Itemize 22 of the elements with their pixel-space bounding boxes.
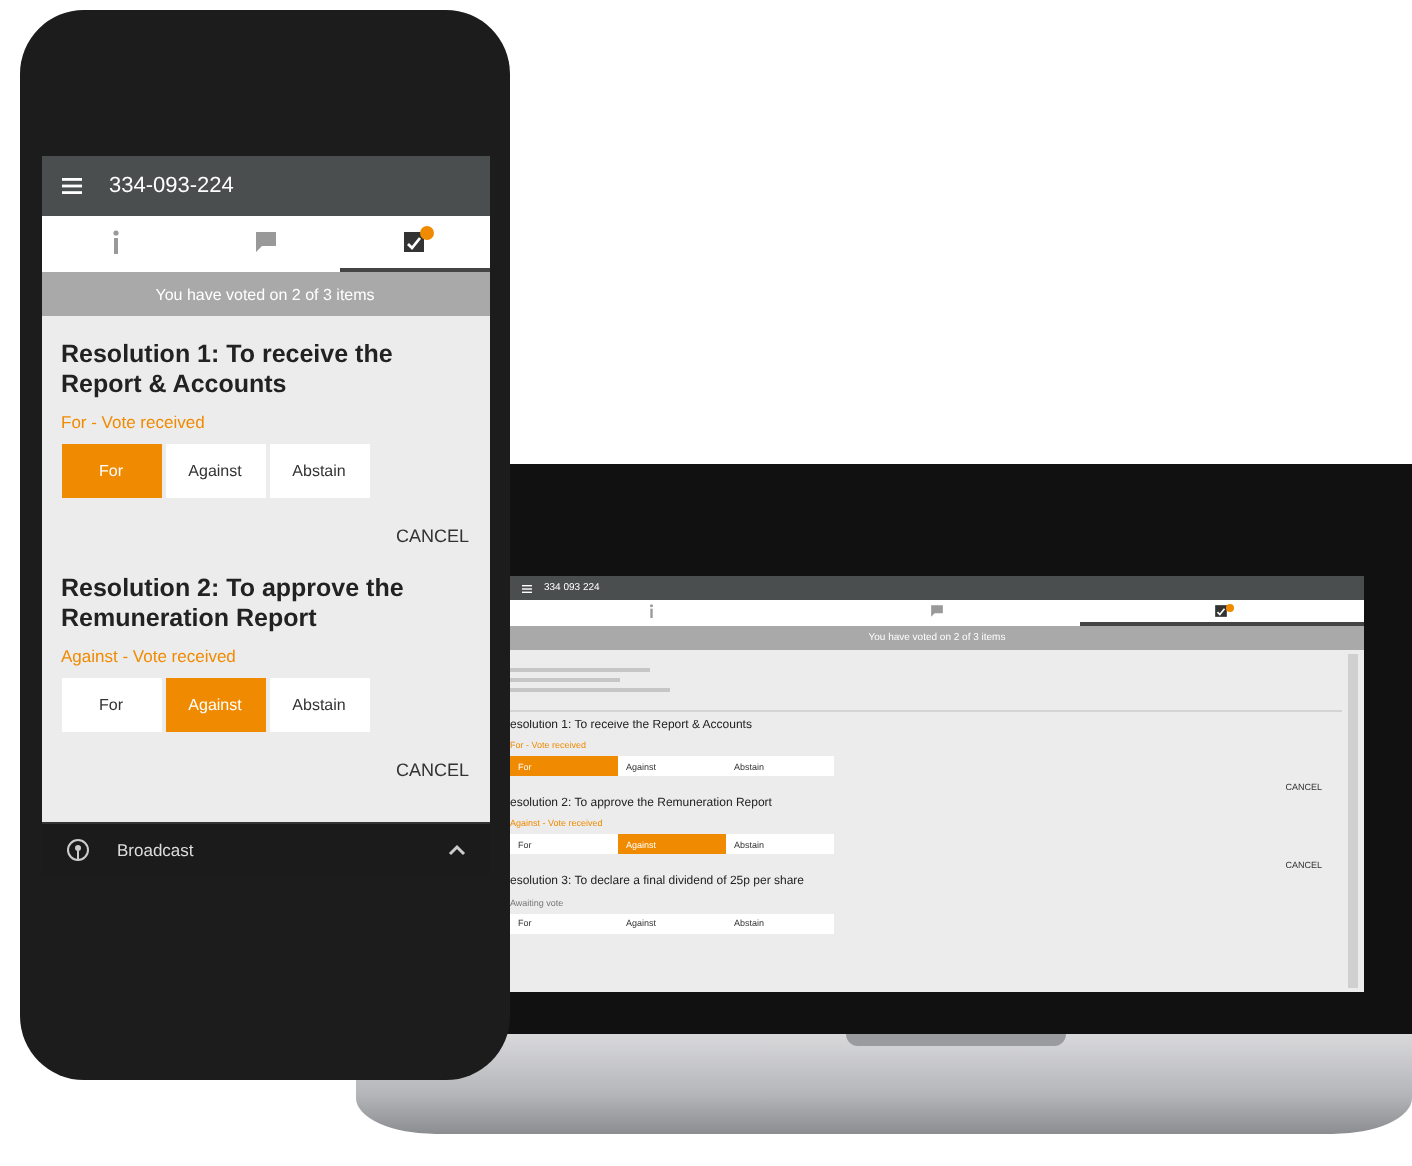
broadcast-icon — [65, 838, 89, 862]
vote-option[interactable]: Abstain — [269, 444, 369, 498]
vote-status: For - Vote received — [61, 412, 207, 432]
chat-icon — [929, 604, 944, 618]
info-icon — [648, 604, 656, 618]
meeting-id: 334-093-224 — [109, 174, 234, 198]
vote-status: Against - Vote received — [61, 646, 238, 666]
info-icon — [109, 230, 122, 254]
cancel-button[interactable]: CANCEL — [395, 760, 469, 780]
cancel-button[interactable]: CANCEL — [395, 526, 469, 546]
ballot-icon — [402, 230, 427, 254]
chevron-up-icon[interactable] — [447, 844, 465, 856]
resolution-title: Resolution 1: To receive the Report & Accounts — [61, 340, 395, 400]
vote-option[interactable]: For — [61, 678, 161, 732]
resolution-title: Resolution 2: To approve the Remuneration Report — [61, 574, 406, 634]
chat-icon — [253, 230, 277, 254]
menu-icon[interactable] — [61, 178, 81, 194]
broadcast-label: Broadcast — [117, 840, 196, 860]
menu-icon[interactable] — [522, 583, 532, 593]
vote-option[interactable]: Abstain — [269, 678, 369, 732]
vote-progress-banner: You have voted on 2 of 3 items — [41, 272, 489, 316]
vote-option[interactable]: Against — [165, 444, 265, 498]
